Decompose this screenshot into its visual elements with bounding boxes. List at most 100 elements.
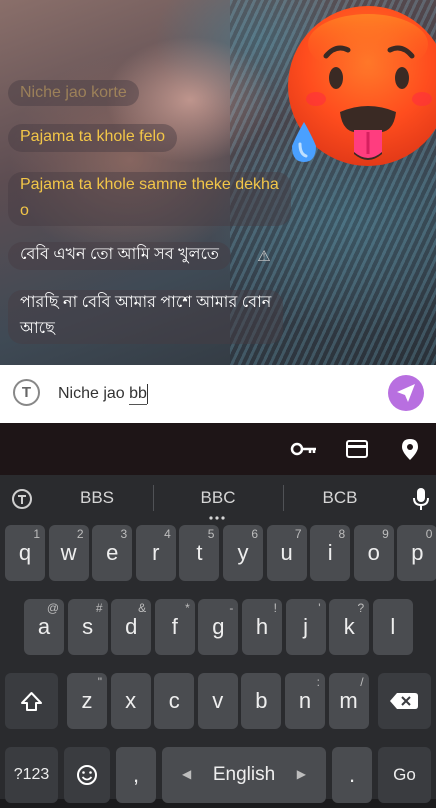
chat-message-text: আছে [20, 320, 55, 337]
key-icon[interactable] [290, 437, 318, 461]
key-hint: 8 [338, 527, 346, 541]
key-hint: ' [318, 601, 321, 615]
suggestion-2[interactable]: BBC [173, 488, 263, 508]
key-hint: : [316, 675, 320, 689]
key-label: b [255, 688, 268, 713]
backspace-key[interactable] [378, 673, 431, 729]
key-e[interactable]: e3 [92, 525, 133, 581]
key-label: c [168, 688, 180, 713]
key-i[interactable]: i8 [310, 525, 351, 581]
suggestion-1[interactable]: BBS [52, 488, 142, 508]
chat-message: বেবি এখন তো আমি সব খুলতে [8, 242, 231, 270]
shift-key[interactable] [5, 673, 58, 729]
key-p[interactable]: p0 [397, 525, 436, 581]
chat-message-text: বেবি এখন তো আমি সব খুলতে [20, 246, 219, 263]
send-icon [397, 384, 415, 402]
translate-keyboard-icon[interactable] [10, 487, 34, 511]
symbols-key-label: ?123 [13, 766, 50, 783]
keyboard-toolbar [0, 423, 436, 475]
backspace-icon [390, 693, 418, 709]
key-label: x [125, 688, 137, 713]
chat-background-photo: Niche jao korte Pajama ta khole felo Paj… [0, 0, 436, 365]
key-hint: 0 [425, 527, 433, 541]
period-key[interactable]: . [332, 747, 372, 803]
key-hint: 5 [207, 527, 215, 541]
hot-face-emoji-icon [288, 6, 436, 166]
message-input-bar: T [0, 365, 436, 423]
suggestion-strip: BBS BBC BCB [0, 475, 436, 523]
key-r[interactable]: r4 [135, 525, 176, 581]
suggestion-divider [283, 485, 284, 511]
go-key[interactable]: Go [378, 747, 431, 803]
comma-key-label: , [132, 762, 140, 787]
key-x[interactable]: x [110, 673, 151, 729]
period-key-label: . [348, 762, 356, 787]
chat-message-text: o [20, 202, 29, 219]
chat-message-text: Niche jao korte [20, 84, 127, 101]
key-y[interactable]: y6 [223, 525, 263, 581]
microphone-icon[interactable] [412, 487, 430, 511]
emoji-key[interactable] [64, 747, 110, 803]
keyboard: BBS BBC BCB q1w2e3r4t5y6u7i8o9p0 a @ s # d & f… [0, 475, 436, 803]
key-k[interactable]: k? [329, 599, 370, 655]
key-f[interactable]: f * [154, 599, 195, 655]
suggestion-3[interactable]: BCB [295, 488, 385, 508]
suggestion-divider [153, 485, 154, 511]
chat-message-text: Pajama ta khole samne theke dekha [20, 176, 279, 193]
key-hint: 4 [164, 527, 171, 541]
key-q[interactable]: q1 [5, 525, 45, 581]
key-z[interactable]: z " [67, 673, 107, 729]
key-b[interactable]: b [241, 673, 282, 729]
space-key[interactable]: ◀ English ▶ [162, 747, 326, 803]
key-m[interactable]: m / [328, 673, 369, 729]
chat-message: Niche jao korte [8, 80, 139, 106]
key-label: l [390, 614, 396, 639]
key-hint: 1 [33, 527, 40, 541]
key-hint: 7 [294, 527, 302, 541]
key-hint: @ [46, 601, 59, 615]
key-hint: 2 [76, 527, 84, 541]
key-hint: * [185, 601, 190, 615]
card-icon[interactable] [345, 437, 369, 461]
key-t[interactable]: t5 [179, 525, 220, 581]
emoji-smile-icon [77, 765, 97, 785]
key-g[interactable]: g- [198, 599, 239, 655]
chat-message: Pajama ta khole felo [8, 124, 177, 152]
key-label: v [212, 688, 224, 713]
key-u[interactable]: u7 [266, 525, 307, 581]
shift-icon [21, 692, 42, 711]
chat-message-text: Pajama ta khole felo [20, 128, 165, 145]
key-h[interactable]: h! [242, 599, 282, 655]
warning-icon[interactable]: ⚠ [255, 248, 273, 266]
key-hint: 9 [382, 527, 389, 541]
more-suggestions-dots-icon[interactable] [208, 516, 226, 520]
location-pin-icon[interactable] [400, 437, 420, 461]
key-hint: 3 [120, 527, 128, 541]
key-l[interactable]: l [372, 599, 413, 655]
key-w[interactable]: w2 [48, 525, 89, 581]
message-input[interactable] [58, 383, 358, 405]
key-s[interactable]: s # [67, 599, 108, 655]
key-hint: " [97, 675, 102, 689]
key-hint: # [95, 601, 103, 615]
key-a[interactable]: a @ [24, 599, 64, 655]
send-button[interactable] [388, 375, 424, 411]
translate-icon[interactable]: T [13, 379, 40, 406]
key-c[interactable]: c [154, 673, 195, 729]
key-hint: - [229, 601, 234, 615]
text-caret [147, 384, 148, 404]
key-hint: & [138, 601, 147, 615]
key-j[interactable]: j ' [285, 599, 326, 655]
key-v[interactable]: v [197, 673, 238, 729]
chat-message: Pajama ta khole samne theke dekha o [8, 172, 291, 226]
key-hint: ! [273, 601, 277, 615]
key-o[interactable]: o9 [353, 525, 394, 581]
comma-key[interactable]: , [116, 747, 156, 803]
space-right-arrow-icon: ▶ [296, 767, 306, 781]
symbols-key[interactable]: ?123 [5, 747, 58, 803]
key-hint: 6 [251, 527, 258, 541]
go-key-label: Go [393, 765, 416, 784]
key-n[interactable]: n: [285, 673, 325, 729]
key-d[interactable]: d & [111, 599, 152, 655]
chat-message: পারছি না বেবি আমার পাশে আমার বোন আছে [8, 290, 284, 344]
